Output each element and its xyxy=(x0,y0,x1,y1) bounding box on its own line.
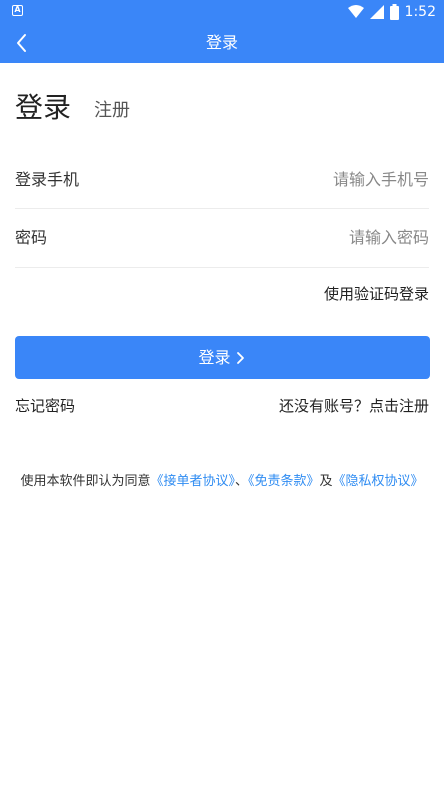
wifi-icon xyxy=(347,5,364,18)
login-button[interactable]: 登录 xyxy=(15,336,430,379)
forgot-password-link[interactable]: 忘记密码 xyxy=(15,396,75,416)
privacy-policy-link[interactable]: 《隐私权协议》 xyxy=(333,474,424,489)
agreement-text: 使用本软件即认为同意《接单者协议》、《免责条款》及《隐私权协议》 xyxy=(20,467,424,497)
signal-icon xyxy=(369,5,384,19)
divider xyxy=(15,208,429,209)
agreement-conjunction: 及 xyxy=(319,474,333,489)
app-bar: 登录 xyxy=(0,24,444,63)
tab-login[interactable]: 登录 xyxy=(15,90,71,126)
register-link[interactable]: 还没有账号？点击注册 xyxy=(279,396,429,416)
password-label: 密码 xyxy=(15,228,48,247)
divider xyxy=(15,267,429,268)
phone-label: 登录手机 xyxy=(15,170,80,189)
agreement-separator: 、 xyxy=(234,474,248,489)
login-button-label: 登录 xyxy=(198,347,231,367)
agreement-prefix: 使用本软件即认为同意 xyxy=(20,474,151,489)
battery-icon xyxy=(389,4,399,20)
phone-input[interactable] xyxy=(229,170,429,190)
sms-login-link[interactable]: 使用验证码登录 xyxy=(324,284,429,304)
chevron-right-icon xyxy=(236,351,244,364)
disclaimer-link[interactable]: 《免责条款》 xyxy=(248,474,320,489)
order-agreement-link[interactable]: 《接单者协议》 xyxy=(150,474,235,489)
page-title: 登录 xyxy=(205,33,238,52)
status-icons: 1:52 xyxy=(347,3,436,21)
status-time: 1:52 xyxy=(404,4,436,20)
tab-register[interactable]: 注册 xyxy=(94,99,130,123)
password-input[interactable] xyxy=(229,228,429,248)
status-bar: A 1:52 xyxy=(0,0,444,24)
app-notification-icon: A xyxy=(12,5,23,16)
